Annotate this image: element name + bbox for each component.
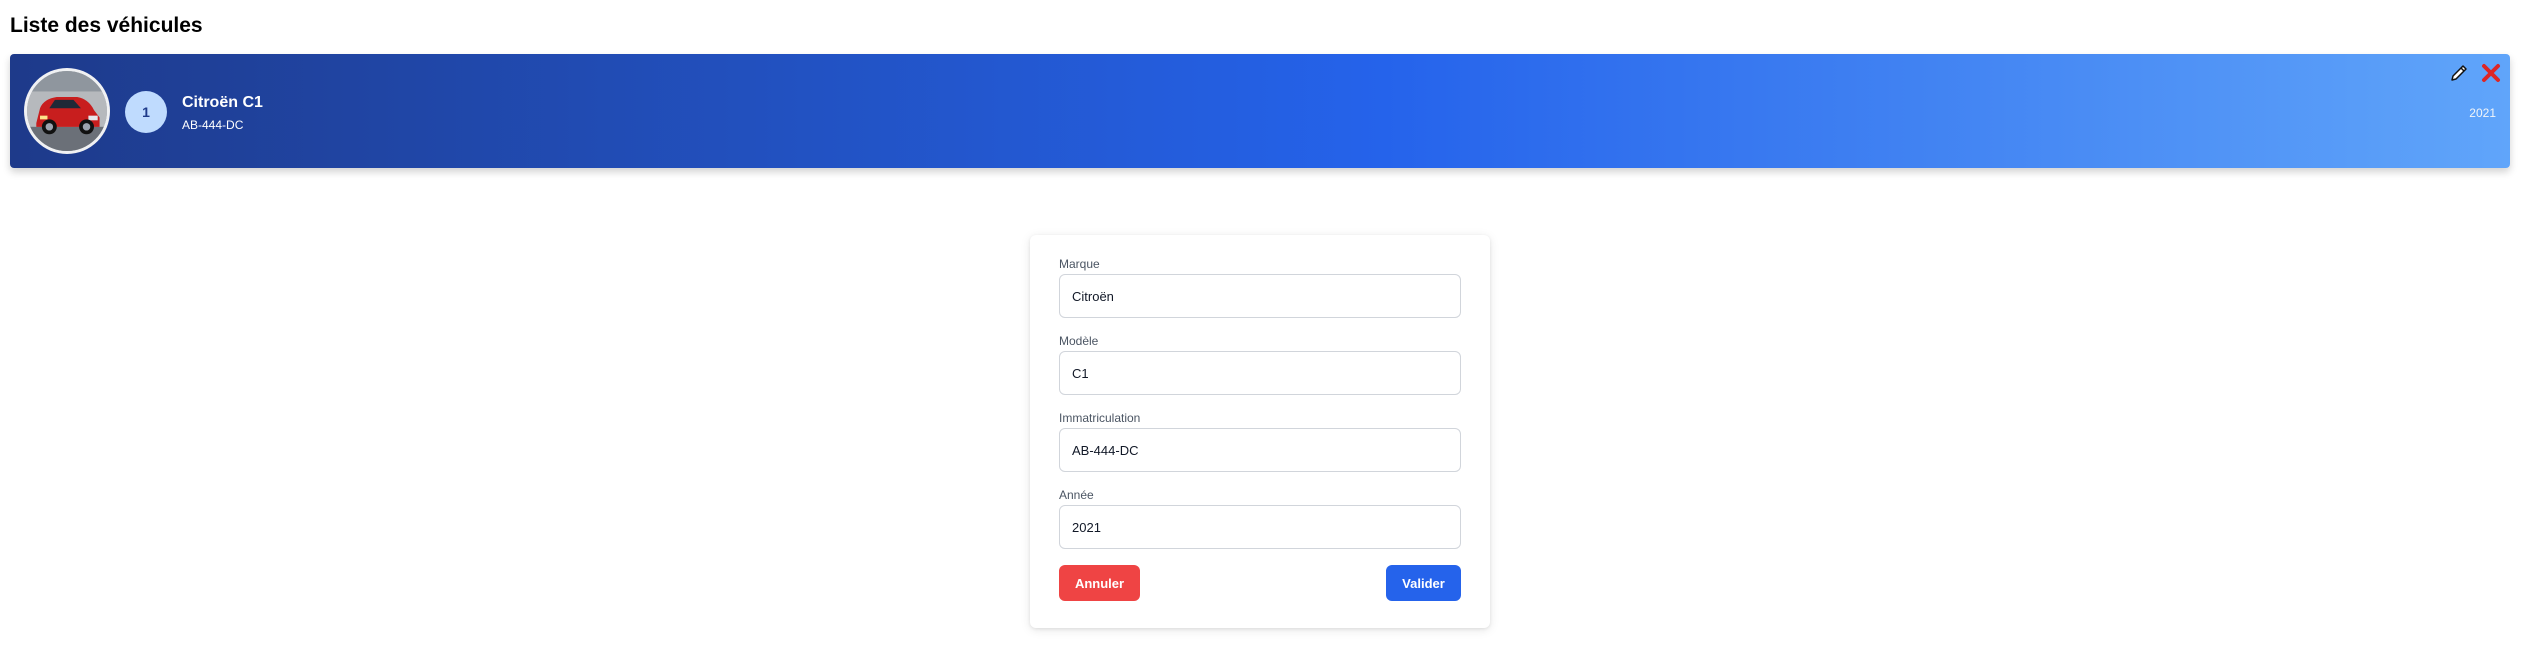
field-annee: Année bbox=[1059, 488, 1461, 549]
vehicle-card[interactable]: 1 Citroën C1 AB-444-DC 2021 bbox=[10, 54, 2510, 168]
field-immatriculation: Immatriculation bbox=[1059, 411, 1461, 472]
vehicle-plate: AB-444-DC bbox=[182, 118, 244, 132]
field-label: Année bbox=[1059, 488, 1094, 502]
cancel-button[interactable]: Annuler bbox=[1059, 565, 1140, 601]
field-label: Immatriculation bbox=[1059, 411, 1141, 425]
close-icon[interactable] bbox=[2480, 62, 2502, 84]
submit-button[interactable]: Valider bbox=[1386, 565, 1461, 601]
field-label: Modèle bbox=[1059, 334, 1099, 348]
immatriculation-input[interactable] bbox=[1059, 428, 1461, 472]
marque-input[interactable] bbox=[1059, 274, 1461, 318]
annee-input[interactable] bbox=[1059, 505, 1461, 549]
vehicle-year: 2021 bbox=[2469, 106, 2496, 120]
field-marque: Marque bbox=[1059, 257, 1461, 318]
car-image bbox=[27, 71, 107, 151]
field-label: Marque bbox=[1059, 257, 1100, 271]
card-actions bbox=[2448, 62, 2502, 84]
page-title: Liste des véhicules bbox=[10, 14, 203, 37]
vehicle-index-badge: 1 bbox=[125, 91, 167, 133]
modele-input[interactable] bbox=[1059, 351, 1461, 395]
vehicle-name: Citroën C1 bbox=[182, 94, 263, 111]
vehicle-form: Marque Modèle Immatriculation Année Annu… bbox=[1030, 235, 1490, 628]
pencil-icon[interactable] bbox=[2448, 62, 2470, 84]
field-modele: Modèle bbox=[1059, 334, 1461, 395]
vehicle-photo bbox=[24, 68, 110, 154]
